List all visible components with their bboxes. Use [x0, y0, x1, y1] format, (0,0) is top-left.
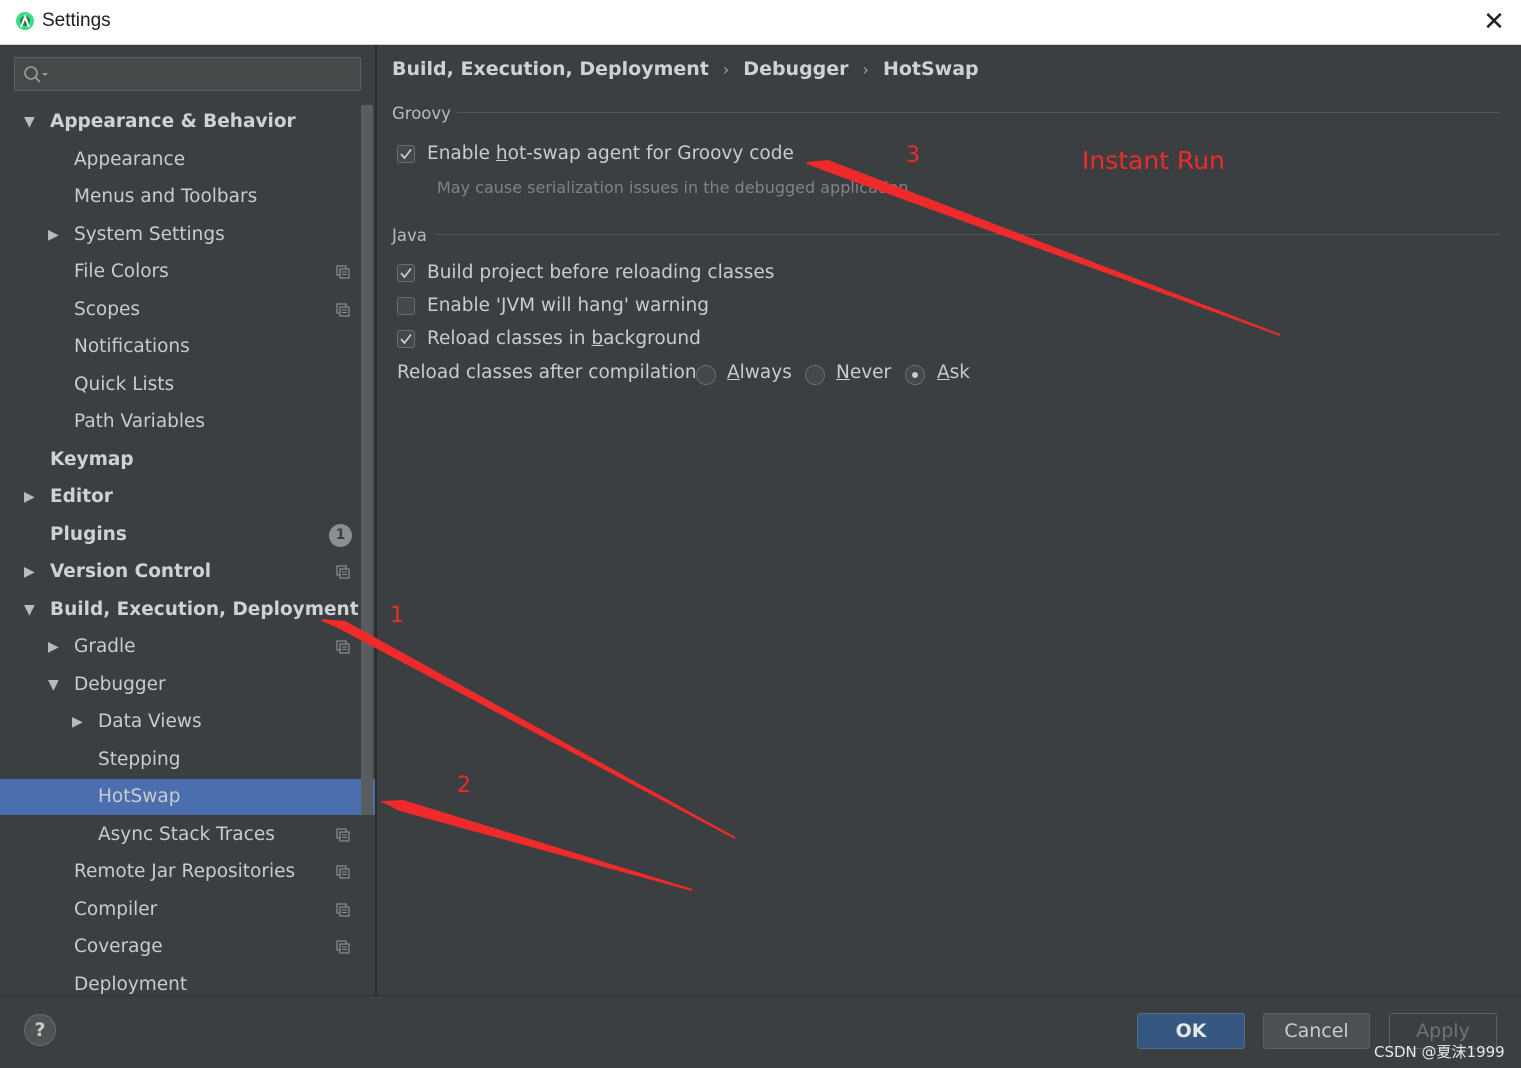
annotation-number-1: 1 — [390, 603, 404, 628]
annotation-arrow-1 — [321, 619, 736, 839]
settings-dialog: Settings ✕ ▼ Appearance & Behavior Appeara… — [0, 0, 1521, 1068]
annotation-number-3: 3 — [906, 143, 920, 168]
annotation-instant-run: Instant Run — [1082, 146, 1225, 175]
annotation-arrow-2 — [380, 799, 693, 891]
annotation-overlay — [321, 159, 1281, 891]
annotation-arrow-3 — [806, 159, 1281, 336]
annotation-number-2: 2 — [457, 773, 471, 798]
